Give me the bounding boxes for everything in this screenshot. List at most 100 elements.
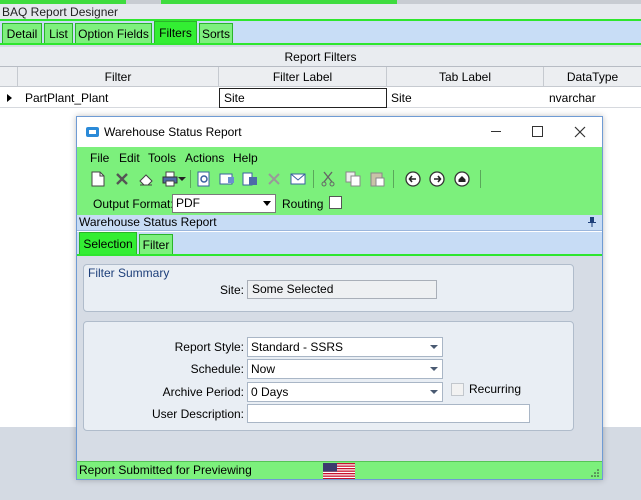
toolbar (77, 167, 602, 191)
home-button[interactable] (452, 169, 472, 189)
col-datatype[interactable]: DataType (544, 67, 641, 87)
report-style-select[interactable]: Standard - SSRS (247, 337, 443, 357)
delete-icon (116, 173, 128, 185)
print-client-button[interactable] (240, 169, 260, 189)
col-tab-label[interactable]: Tab Label (387, 67, 544, 87)
cancel-icon (268, 173, 280, 185)
toolbar-separator (313, 170, 314, 188)
clear-icon (139, 174, 153, 186)
close-button[interactable] (560, 117, 600, 147)
menu-file[interactable]: File (90, 149, 109, 167)
toolbar-separator (393, 170, 394, 188)
clear-button[interactable] (136, 169, 156, 189)
form-subtitle: Warehouse Status Report (79, 215, 217, 229)
current-row-arrow-icon (7, 94, 12, 102)
chevron-down-icon (430, 345, 438, 349)
dialog-tab-strip: Selection Filter (77, 232, 602, 256)
output-format-value: PDF (176, 196, 200, 210)
delete-button[interactable] (112, 169, 132, 189)
filter-summary-title: Filter Summary (88, 266, 170, 280)
user-description-label: User Description: (151, 407, 244, 421)
col-filter-label[interactable]: Filter Label (219, 67, 387, 87)
paste-button[interactable] (367, 169, 387, 189)
copy-button[interactable] (343, 169, 363, 189)
tab-option-fields[interactable]: Option Fields (75, 23, 152, 43)
new-icon (91, 171, 105, 187)
tab-sorts[interactable]: Sorts (199, 23, 233, 43)
report-dialog: Warehouse Status Report File Edit Tools … (76, 116, 603, 480)
routing-label: Routing (282, 197, 324, 211)
routing-checkbox[interactable] (329, 196, 342, 209)
generate-only-button[interactable] (217, 169, 237, 189)
archive-period-label: Archive Period: (162, 385, 244, 399)
dialog-title-bar[interactable]: Warehouse Status Report (77, 117, 602, 147)
tab-selection[interactable]: Selection (79, 232, 137, 254)
recurring-label: Recurring (469, 382, 522, 396)
user-description-field[interactable] (247, 404, 530, 423)
site-label: Site: (219, 283, 244, 297)
chevron-down-icon (430, 390, 438, 394)
cell-filter[interactable]: PartPlant_Plant (25, 88, 215, 108)
dialog-title: Warehouse Status Report (104, 125, 242, 139)
print-icon (162, 171, 178, 187)
close-icon (574, 126, 586, 138)
toolbar-separator (190, 170, 191, 188)
tab-list[interactable]: List (44, 23, 73, 43)
minimize-button[interactable] (476, 117, 516, 147)
preview-icon (197, 171, 210, 187)
cut-button[interactable] (318, 169, 338, 189)
archive-period-select[interactable]: 0 Days (247, 382, 443, 402)
grid-header: Filter Filter Label Tab Label DataType (0, 67, 641, 87)
report-options-group: Report Style: Standard - SSRS Schedule: … (83, 321, 574, 431)
generate-only-icon (219, 173, 234, 185)
tab-detail[interactable]: Detail (2, 23, 42, 43)
preview-button[interactable] (194, 169, 214, 189)
back-button[interactable] (403, 169, 423, 189)
menu-help[interactable]: Help (233, 149, 258, 167)
menu-actions[interactable]: Actions (185, 149, 224, 167)
app-window-icon (86, 127, 99, 137)
print-dropdown-button[interactable] (177, 169, 187, 189)
recurring-checkbox[interactable] (451, 383, 464, 396)
us-flag-icon[interactable] (323, 463, 355, 479)
status-bar: Report Submitted for Previewing (77, 461, 602, 479)
pin-icon[interactable] (588, 217, 596, 227)
toolbar-separator (480, 170, 481, 188)
back-icon (405, 171, 421, 187)
resize-grip-icon[interactable] (591, 469, 599, 477)
designer-tab-strip: Detail List Option Fields Filters Sorts (0, 21, 641, 45)
print-client-icon (242, 172, 257, 186)
row-selector-header (0, 67, 18, 87)
cancel-button[interactable] (264, 169, 284, 189)
menu-tools[interactable]: Tools (148, 149, 176, 167)
cell-filter-label-editor[interactable]: Site (219, 88, 387, 108)
new-button[interactable] (88, 169, 108, 189)
output-format-select[interactable]: PDF (172, 194, 276, 213)
cell-tab-label[interactable]: Site (391, 88, 541, 108)
site-summary-field: Some Selected (247, 280, 437, 299)
cell-datatype[interactable]: nvarchar (549, 88, 639, 108)
format-bar: Output Format: PDF Routing (77, 193, 602, 215)
col-filter[interactable]: Filter (18, 67, 219, 87)
output-format-label: Output Format: (93, 197, 174, 211)
tab-filter[interactable]: Filter (139, 234, 173, 254)
copy-icon (345, 171, 361, 187)
schedule-label: Schedule: (190, 362, 244, 376)
table-row[interactable]: PartPlant_Plant Site Site nvarchar (0, 88, 641, 108)
report-filters-header: Report Filters (0, 47, 641, 67)
email-button[interactable] (288, 169, 308, 189)
print-dropdown-icon (178, 177, 186, 181)
archive-period-value: 0 Days (251, 385, 289, 399)
home-icon (454, 171, 470, 187)
forward-button[interactable] (427, 169, 447, 189)
report-style-label: Report Style: (174, 340, 244, 354)
tab-filters[interactable]: Filters (154, 21, 197, 43)
forward-icon (429, 171, 445, 187)
menu-edit[interactable]: Edit (119, 149, 140, 167)
chevron-down-icon (430, 367, 438, 371)
maximize-button[interactable] (517, 117, 557, 147)
designer-title: BAQ Report Designer (0, 4, 641, 21)
schedule-value: Now (251, 362, 276, 376)
status-text: Report Submitted for Previewing (79, 463, 252, 477)
schedule-select[interactable]: Now (247, 359, 443, 379)
